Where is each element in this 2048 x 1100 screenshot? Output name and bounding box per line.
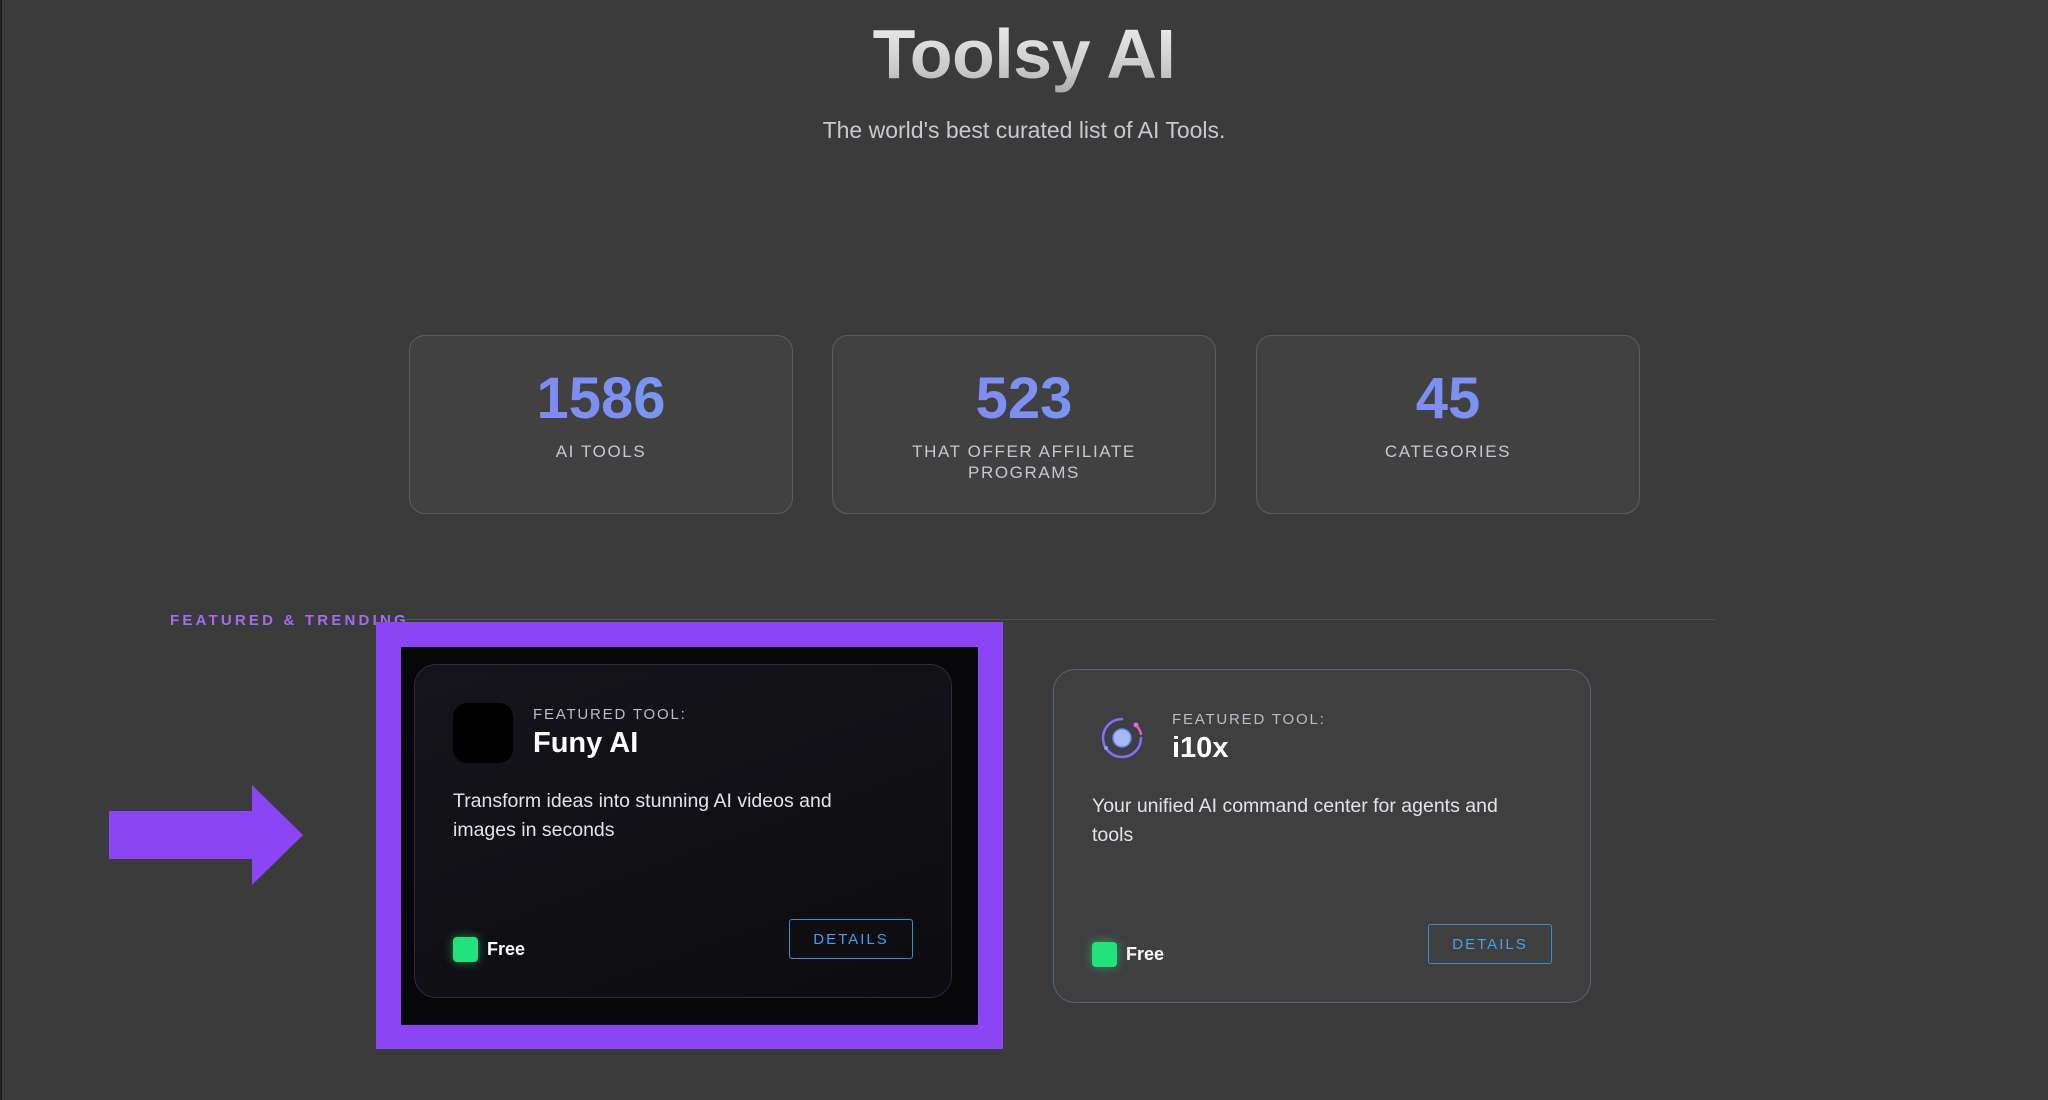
featured-tool-eyebrow: FEATURED TOOL: [533,706,687,723]
stat-card-categories: 45 CATEGORIES [1256,335,1640,514]
stat-card-ai-tools: 1586 AI TOOLS [409,335,793,514]
featured-tool-eyebrow: FEATURED TOOL: [1172,711,1326,728]
stat-value: 45 [1257,367,1639,431]
details-button[interactable]: DETAILS [1428,924,1552,964]
highlight-backdrop: FEATURED TOOL: Funy AI Transform ideas i… [401,647,978,1025]
tool-name[interactable]: i10x [1172,732,1228,765]
section-divider [395,619,1715,620]
free-badge-icon [1092,942,1117,967]
highlight-frame: FEATURED TOOL: Funy AI Transform ideas i… [376,622,1003,1049]
stat-card-affiliate: 523 THAT OFFER AFFILIATE PROGRAMS [832,335,1216,514]
page-subtitle: The world's best curated list of AI Tool… [822,117,1226,143]
black-square-logo-icon [453,703,513,763]
tool-description: Your unified AI command center for agent… [1092,795,1498,846]
tool-description: Transform ideas into stunning AI videos … [453,790,832,841]
featured-tool-card-i10x[interactable]: FEATURED TOOL: i10x Your unified AI comm… [1053,669,1591,1003]
free-badge-icon [453,937,478,962]
stat-value: 1586 [410,367,792,431]
details-button[interactable]: DETAILS [789,919,913,959]
pricing-label: Free [1126,944,1165,964]
page-title: Toolsy AI [0,14,2048,94]
right-arrow-icon [109,785,303,885]
stat-label: CATEGORIES [1384,442,1512,461]
section-label-featured: FEATURED & TRENDING [170,612,409,629]
stat-value: 523 [833,367,1215,431]
window-edge [0,0,2,1100]
orbit-logo-icon [1099,715,1145,761]
stat-label: AI TOOLS [555,442,647,461]
tool-name[interactable]: Funy AI [533,727,638,760]
stat-label: THAT OFFER AFFILIATE PROGRAMS [912,442,1136,482]
featured-tool-card-funy-ai[interactable]: FEATURED TOOL: Funy AI Transform ideas i… [414,664,952,998]
pricing-label: Free [487,939,526,959]
